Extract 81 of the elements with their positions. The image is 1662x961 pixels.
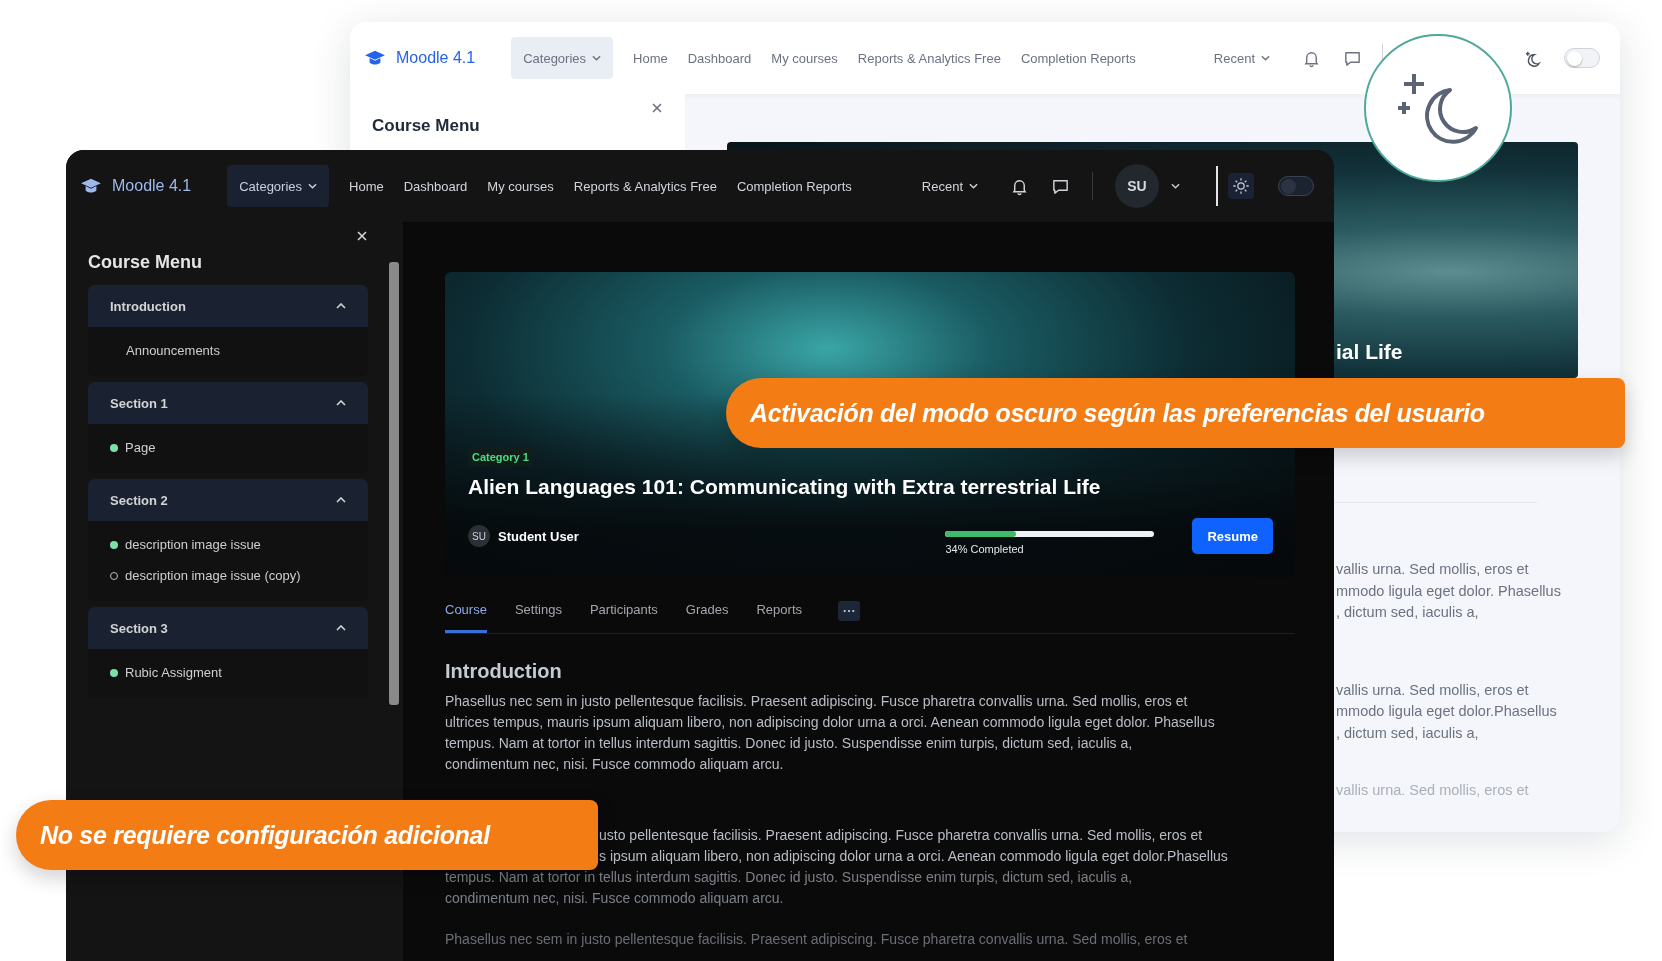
chevron-icon[interactable] (336, 497, 346, 503)
activity-link[interactable]: Rubic Assigment (88, 657, 368, 688)
nav-link[interactable]: My courses (487, 178, 554, 194)
scrollbar[interactable] (389, 262, 399, 705)
brand-name[interactable]: Moodle 4.1 (396, 49, 476, 67)
caret-icon (308, 183, 318, 189)
user-avatar: SU (468, 525, 490, 547)
section-header[interactable]: Section 3 (88, 607, 368, 649)
paragraph-line: vallis urna. Sed mollis, eros et (1336, 781, 1529, 800)
chevron-icon[interactable] (336, 400, 346, 406)
activity-link[interactable]: description image issue (88, 529, 368, 560)
progress-label: 34% Completed (945, 543, 1025, 555)
user-name: Student User (498, 528, 579, 544)
chevron-icon[interactable] (336, 625, 346, 631)
nav-link[interactable]: Reports & Analytics Free (857, 50, 1001, 66)
callout-banner: Activación del modo oscuro según las preferencias del usuario (726, 378, 1625, 448)
categories-button[interactable]: Categories (227, 165, 330, 207)
section-title: Introduction (110, 298, 186, 314)
tab[interactable]: Grades (685, 589, 729, 633)
paragraph-line: , dictum sed, iaculis a, (1336, 723, 1479, 743)
category-badge: Category 1 (468, 447, 533, 467)
section-header[interactable]: Section 2 (88, 479, 368, 521)
more-button[interactable] (838, 601, 860, 621)
nav-link[interactable]: Home (633, 50, 668, 66)
paragraph-line: s ipsum aliquam libero, non adipiscing dolor urna a orci. Aenean commodo ligula eget dolor.Phasellus (598, 847, 1228, 866)
graduation-cap-icon (80, 177, 102, 195)
paragraph-line: vallis urna. Sed mollis, eros et (1336, 680, 1529, 700)
section-heading: Introduction (445, 660, 563, 683)
activity-link[interactable]: Page (88, 432, 368, 463)
nav-link[interactable]: Dashboard (687, 50, 752, 66)
completion-dot-icon (110, 668, 118, 677)
paragraph-line: condimentum nec, nisi. Fusce commodo aliquam arcu. (445, 889, 784, 908)
resume-button[interactable]: Resume (1192, 518, 1273, 554)
section-title: Section 2 (110, 492, 168, 508)
paragraph-line: tempus. Nam at tortor in tellus interdum sagittis. Donec id justo. Suspendisse enim turpis, dictum sed, iaculis a, (445, 868, 1133, 887)
caret-icon (592, 55, 602, 61)
paragraph-line: Phasellus nec sem in justo pellentesque facilisis. Praesent adipiscing. Fusce pharetra convallis urna. Sed mollis, eros et (445, 692, 1188, 711)
categories-button[interactable]: Categories (511, 37, 614, 79)
paragraph-line: vallis urna. Sed mollis, eros et (1336, 560, 1529, 579)
tab[interactable]: Settings (514, 589, 562, 633)
recent-menu[interactable]: Recent (921, 178, 978, 194)
tab[interactable]: Participants (589, 589, 658, 633)
sidebar-title: Course Menu (88, 252, 203, 273)
dots-icon (843, 609, 855, 613)
nav-link[interactable]: Reports & Analytics Free (573, 178, 717, 194)
nav-link[interactable]: My courses (771, 50, 838, 66)
user-avatar[interactable]: SU (1115, 164, 1159, 208)
paragraph-line: tempus. Nam at tortor in tellus interdum sagittis. Donec id justo. Suspendisse enim turpis, dictum sed, iaculis a, (445, 734, 1133, 753)
completion-dot-icon (110, 540, 118, 549)
paragraph-line: Phasellus nec sem in justo pellentesque facilisis. Praesent adipiscing. Fusce pharetra convallis urna. Sed mollis, eros et (445, 930, 1188, 949)
caret-icon (969, 183, 978, 189)
caret-icon[interactable] (1171, 183, 1180, 189)
recent-menu[interactable]: Recent (1213, 50, 1270, 66)
section-header[interactable]: Section 1 (88, 382, 368, 424)
paragraph-line: , dictum sed, iaculis a, (1336, 603, 1479, 622)
graduation-cap-icon (364, 49, 386, 67)
nav-link[interactable]: Completion Reports (1020, 50, 1136, 66)
section-title: Section 3 (110, 620, 168, 636)
paragraph-line: condimentum nec, nisi. Fusce commodo aliquam arcu. (445, 755, 784, 774)
nav-link[interactable]: Dashboard (403, 178, 468, 194)
chevron-icon[interactable] (336, 303, 346, 309)
sidebar-title: Course Menu (372, 116, 481, 136)
sun-icon[interactable] (1228, 173, 1254, 199)
paragraph-line: mmodo ligula eget dolor.Phasellus (1336, 702, 1557, 721)
completion-dot-icon (110, 443, 118, 452)
course-title: Alien Languages 101: Communicating with Extra terrestrial Life (468, 475, 1102, 499)
activity-link[interactable]: Announcements (88, 335, 368, 366)
nav-link[interactable]: Home (349, 178, 384, 194)
section-title: Section 1 (110, 395, 168, 411)
course-title: ial Life (1336, 340, 1403, 364)
brand-name[interactable]: Moodle 4.1 (112, 177, 192, 195)
caret-icon (1261, 55, 1270, 61)
tab[interactable]: Reports (756, 589, 802, 633)
toggle-switch[interactable] (1278, 176, 1314, 196)
nav-link[interactable]: Completion Reports (736, 178, 852, 194)
activity-link[interactable]: description image issue (copy) (88, 560, 368, 591)
paragraph-line: mmodo ligula eget dolor. Phasellus (1336, 581, 1561, 601)
section-header[interactable]: Introduction (88, 285, 368, 327)
tab[interactable]: Course (445, 589, 487, 633)
paragraph-line: ultrices tempus, mauris ipsum aliquam libero, non adipiscing dolor urna a orci. Aenean commodo ligula eget dolor. Phasellus (445, 713, 1215, 732)
callout-banner: No se requiere configuración adicional (16, 800, 598, 870)
